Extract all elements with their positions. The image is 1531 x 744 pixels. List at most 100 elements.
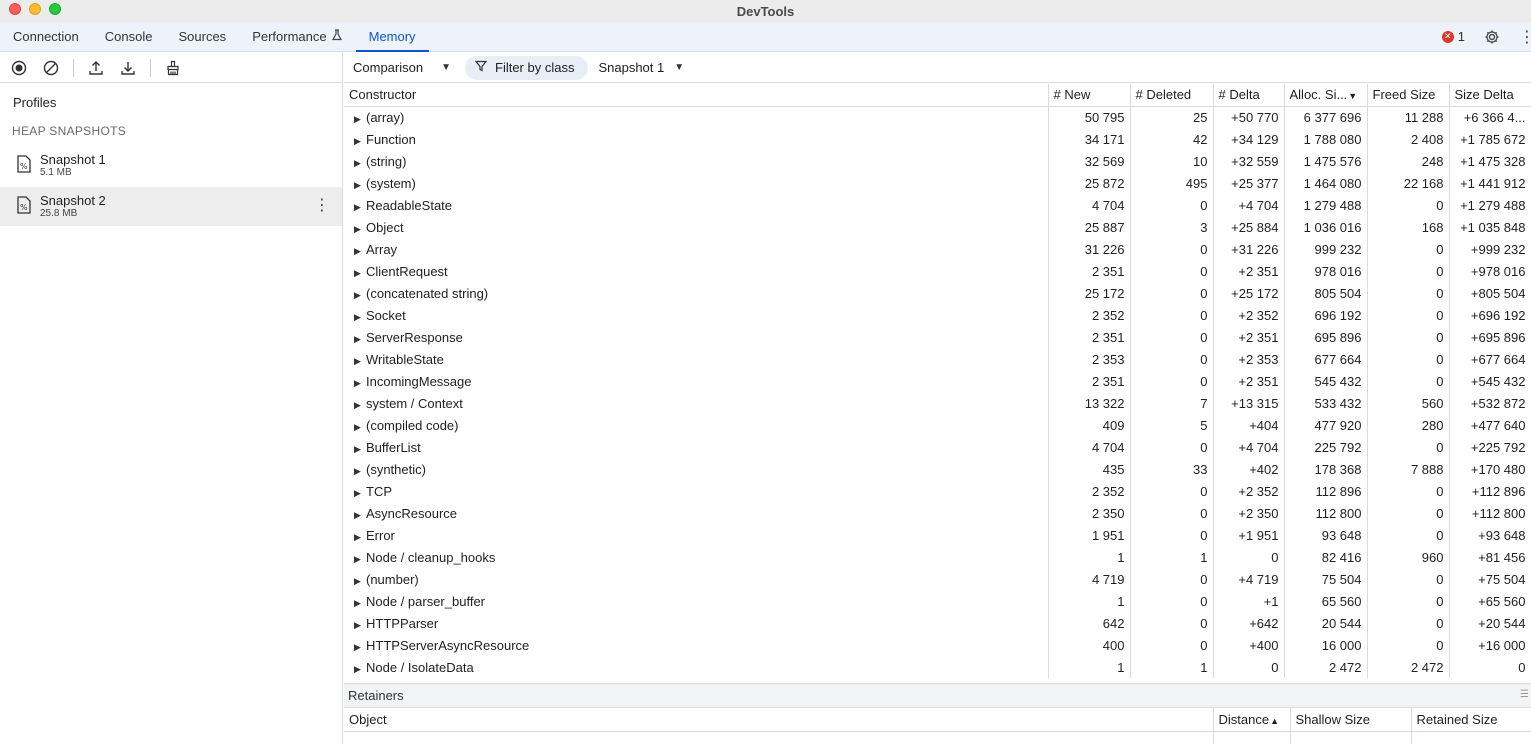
expand-triangle-icon[interactable]: ▶ — [354, 554, 366, 565]
constructor-cell: ▶ (concatenated string) — [344, 282, 1049, 304]
tab-console[interactable]: Console — [92, 22, 166, 51]
column-header-size-delta[interactable]: Size Delta — [1449, 84, 1531, 107]
expand-triangle-icon[interactable]: ▶ — [354, 246, 366, 257]
column-header-retained-size[interactable]: Retained Size — [1411, 708, 1531, 732]
expand-triangle-icon[interactable]: ▶ — [354, 136, 366, 147]
table-row[interactable]: ▶ (concatenated string) 25 172 0 +25 172 805 … — [344, 282, 1531, 304]
filter-by-class-button[interactable]: Filter by class — [465, 55, 589, 80]
table-row[interactable]: ▶ Socket 2 352 0 +2 352 696 192 0 +696 192 — [344, 304, 1531, 326]
expand-triangle-icon[interactable]: ▶ — [354, 268, 366, 279]
table-row[interactable]: ▶ ServerResponse 2 351 0 +2 351 695 896 0 +695 … — [344, 326, 1531, 348]
column-header-deleted[interactable]: # Deleted — [1130, 84, 1214, 107]
gear-icon[interactable] — [1483, 28, 1501, 46]
window-title: DevTools — [736, 3, 795, 19]
value-cell: 2 408 — [1367, 128, 1450, 150]
column-header-label: Alloc. Si... — [1289, 87, 1348, 103]
expand-triangle-icon[interactable]: ▶ — [354, 664, 366, 675]
constructor-cell: ▶ HTTPParser — [344, 612, 1049, 634]
expand-triangle-icon[interactable]: ▶ — [354, 290, 366, 301]
table-row[interactable]: ▶ HTTPServerAsyncResource 400 0 +400 16 000 0 +… — [344, 634, 1531, 656]
expand-triangle-icon[interactable]: ▶ — [354, 334, 366, 345]
table-row[interactable]: ▶ HTTPParser 642 0 +642 20 544 0 +20 544 — [344, 612, 1531, 634]
column-header-delta[interactable]: # Delta — [1213, 84, 1285, 107]
more-options-icon[interactable]: ⋮ — [1519, 27, 1531, 47]
column-header-alloc-size[interactable]: Alloc. Si...▼ — [1284, 84, 1368, 107]
table-row[interactable]: ▶ WritableState 2 353 0 +2 353 677 664 0 +677 6… — [344, 348, 1531, 370]
expand-triangle-icon[interactable]: ▶ — [354, 466, 366, 477]
value-cell: 0 — [1130, 480, 1214, 502]
view-mode-select[interactable]: Comparison ▼ — [353, 60, 455, 75]
filter-icon — [474, 60, 488, 75]
tab-memory[interactable]: Memory — [355, 22, 429, 52]
expand-triangle-icon[interactable]: ▶ — [354, 180, 366, 191]
value-cell: 477 920 — [1284, 414, 1368, 436]
download-icon[interactable] — [118, 58, 138, 78]
expand-triangle-icon[interactable]: ▶ — [354, 422, 366, 433]
table-row[interactable]: ▶ ClientRequest 2 351 0 +2 351 978 016 0 +978 0… — [344, 260, 1531, 282]
tab-sources[interactable]: Sources — [165, 22, 239, 51]
expand-triangle-icon[interactable]: ▶ — [354, 356, 366, 367]
expand-triangle-icon[interactable]: ▶ — [354, 598, 366, 609]
expand-triangle-icon[interactable]: ▶ — [354, 312, 366, 323]
constructor-name: (array) — [366, 109, 405, 125]
error-counter[interactable]: ✕ 1 — [1441, 29, 1465, 44]
table-row[interactable]: ▶ TCP 2 352 0 +2 352 112 896 0 +112 896 — [344, 480, 1531, 502]
table-row[interactable]: ▶ (array) 50 795 25 +50 770 6 377 696 11 288 +6… — [344, 106, 1531, 128]
broom-icon[interactable] — [163, 58, 183, 78]
close-window-button[interactable] — [9, 3, 21, 15]
expand-triangle-icon[interactable]: ▶ — [354, 158, 366, 169]
table-row[interactable]: ▶ Node / IsolateData 1 1 0 2 472 2 472 0 — [344, 656, 1531, 678]
table-row[interactable]: ▶ (system) 25 872 495 +25 377 1 464 080 22 168… — [344, 172, 1531, 194]
table-row[interactable]: ▶ Error 1 951 0 +1 951 93 648 0 +93 648 — [344, 524, 1531, 546]
column-header-new[interactable]: # New — [1048, 84, 1131, 107]
expand-triangle-icon[interactable]: ▶ — [354, 114, 366, 125]
table-row[interactable]: ▶ IncomingMessage 2 351 0 +2 351 545 432 0 +545… — [344, 370, 1531, 392]
constructor-name: Array — [366, 241, 398, 257]
resize-grip-icon[interactable]: ☰ — [1520, 689, 1529, 700]
expand-triangle-icon[interactable]: ▶ — [354, 576, 366, 587]
expand-triangle-icon[interactable]: ▶ — [354, 202, 366, 213]
tab-label: Connection — [13, 29, 79, 44]
table-row[interactable]: ▶ Array 31 226 0 +31 226 999 232 0 +999 232 — [344, 238, 1531, 260]
column-header-shallow-size[interactable]: Shallow Size — [1290, 708, 1412, 732]
table-row[interactable]: ▶ Node / cleanup_hooks 1 1 0 82 416 960 +81 456 — [344, 546, 1531, 568]
table-row[interactable]: ▶ (string) 32 569 10 +32 559 1 475 576 248 +1 4… — [344, 150, 1531, 172]
table-row[interactable]: ▶ AsyncResource 2 350 0 +2 350 112 800 0 +112 8… — [344, 502, 1531, 524]
table-row[interactable]: ▶ ReadableState 4 704 0 +4 704 1 279 488 0 +1 2… — [344, 194, 1531, 216]
snapshot-name: Snapshot 2 — [40, 193, 106, 208]
zoom-window-button[interactable] — [49, 3, 61, 15]
table-row[interactable]: ▶ system / Context 13 322 7 +13 315 533 432 56… — [344, 392, 1531, 414]
expand-triangle-icon[interactable]: ▶ — [354, 620, 366, 631]
constructor-name: HTTPParser — [366, 615, 439, 631]
base-snapshot-select[interactable]: Snapshot 1 ▼ — [598, 60, 688, 75]
clear-icon[interactable] — [41, 58, 61, 78]
table-row[interactable]: ▶ Node / parser_buffer 1 0 +1 65 560 0 +65 560 — [344, 590, 1531, 612]
table-row[interactable]: ▶ Function 34 171 42 +34 129 1 788 080 2 408 +1… — [344, 128, 1531, 150]
snapshot-more-icon[interactable]: ⋮ — [314, 197, 330, 215]
table-row[interactable]: ▶ (synthetic) 435 33 +402 178 368 7 888 +170 48… — [344, 458, 1531, 480]
expand-triangle-icon[interactable]: ▶ — [354, 224, 366, 235]
snapshot-item-selected[interactable]: % Snapshot 2 25.8 MB ⋮ — [0, 187, 342, 226]
expand-triangle-icon[interactable]: ▶ — [354, 378, 366, 389]
expand-triangle-icon[interactable]: ▶ — [354, 532, 366, 543]
expand-triangle-icon[interactable]: ▶ — [354, 642, 366, 653]
column-header-distance[interactable]: Distance▲ — [1213, 708, 1291, 732]
record-icon[interactable] — [9, 58, 29, 78]
table-row[interactable]: ▶ BufferList 4 704 0 +4 704 225 792 0 +225 792 — [344, 436, 1531, 458]
snapshot-item[interactable]: % Snapshot 1 5.1 MB — [0, 146, 342, 185]
expand-triangle-icon[interactable]: ▶ — [354, 510, 366, 521]
minimize-window-button[interactable] — [29, 3, 41, 15]
table-row[interactable]: ▶ Object 25 887 3 +25 884 1 036 016 168 +1 035 … — [344, 216, 1531, 238]
upload-icon[interactable] — [86, 58, 106, 78]
column-header-freed-size[interactable]: Freed Size — [1367, 84, 1450, 107]
column-header-object[interactable]: Object — [344, 708, 1214, 732]
tab-performance[interactable]: Performance — [239, 22, 355, 51]
expand-triangle-icon[interactable]: ▶ — [354, 488, 366, 499]
profiles-toolbar — [0, 53, 342, 83]
expand-triangle-icon[interactable]: ▶ — [354, 444, 366, 455]
expand-triangle-icon[interactable]: ▶ — [354, 400, 366, 411]
tab-connection[interactable]: Connection — [0, 22, 92, 51]
column-header-constructor[interactable]: Constructor — [344, 84, 1049, 107]
table-row[interactable]: ▶ (compiled code) 409 5 +404 477 920 280 +477 6… — [344, 414, 1531, 436]
table-row[interactable]: ▶ (number) 4 719 0 +4 719 75 504 0 +75 504 — [344, 568, 1531, 590]
